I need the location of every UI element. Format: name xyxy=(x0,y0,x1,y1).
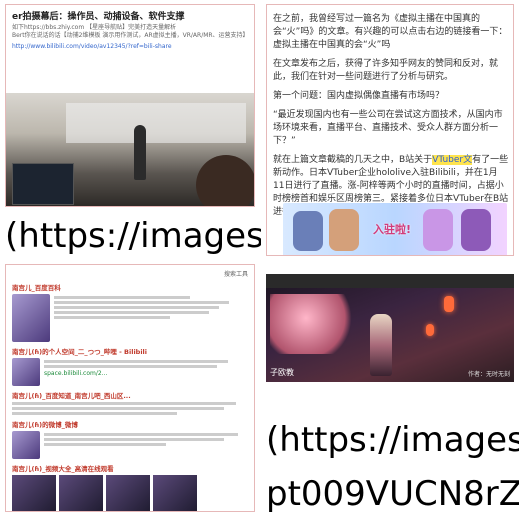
watermark: 子欧教 xyxy=(270,368,294,377)
video-thumb-1[interactable] xyxy=(12,475,56,511)
article-line-2: Bert你在说话的话【动捕2维模板 演示用作测试，AR虚拟主播，VR/AR/MR… xyxy=(12,32,249,39)
search-tools[interactable]: 搜索工具 xyxy=(224,269,248,278)
hololive-banner: 入驻啦! xyxy=(283,203,507,255)
video-thumb-3[interactable] xyxy=(106,475,150,511)
tile-search-results[interactable]: 搜索工具 南宫儿_百度百科 南宫儿(ɦ)的个人空间_二_つつ_哔哩 - Bili… xyxy=(5,264,255,512)
highlighted-term[interactable]: VTuber文 xyxy=(432,155,473,165)
tile-vtuber-article[interactable]: 在之前，我曾经写过一篇名为《虚拟主播在中国真的会“火”吗》的文章。有兴趣的可以点… xyxy=(266,4,514,256)
mocap-studio-photo xyxy=(6,93,254,206)
article-line-1: 如下https://bbs.zhiy.com 【星座导航贴】完美打造天量解析 xyxy=(12,24,177,31)
result-baike[interactable]: 南宫儿_百度百科 xyxy=(12,282,248,292)
result-thumb-2 xyxy=(12,358,40,386)
article-para-4: “最近发现国内也有一些公司在尝试这方面技术，从国内市场环境来看，直播平台、直播技… xyxy=(273,110,503,146)
monitor xyxy=(12,163,74,205)
banner-text: 入驻啦! xyxy=(373,223,412,236)
video-thumb-4[interactable] xyxy=(153,475,197,511)
person-head xyxy=(196,155,254,206)
result-zhidao[interactable]: 南宫儿(ɦ)_百度知道_南宫儿吧_西山区... xyxy=(12,390,248,400)
result-thumb-3 xyxy=(12,431,40,459)
article-para-1: 在之前，我曾经写过一篇名为《虚拟主播在中国真的会“火”吗》的文章。有兴趣的可以点… xyxy=(273,14,508,50)
lantern-2 xyxy=(426,324,434,336)
character-figure xyxy=(370,314,392,376)
result-bilibili[interactable]: 南宫儿(ɦ)的个人空间_二_つつ_哔哩 - Bilibili xyxy=(12,346,248,356)
result-space-url[interactable]: space.bilibili.com/2... xyxy=(44,370,248,378)
operator-figure xyxy=(134,125,146,180)
tile-game-screenshot[interactable]: 子欧教 作者：无时无刻 xyxy=(266,274,514,382)
result-weibo[interactable]: 南宫儿(ɦ)的微博_微博 xyxy=(12,419,248,429)
caption-url-3: pt009VUCN8rZ xyxy=(266,474,519,514)
article-url[interactable]: http://www.bilibili.com/video/av12345/?r… xyxy=(12,43,248,51)
credit-text: 作者：无时无刻 xyxy=(467,371,510,378)
caption-url-1: (https://images xyxy=(5,216,261,256)
result-thumb-1 xyxy=(12,294,50,342)
caption-url-2: (https://images xyxy=(266,420,519,460)
result-videos[interactable]: 南宫儿(ɦ)_视频大全_高清在线观看 xyxy=(12,463,248,473)
video-thumb-2[interactable] xyxy=(59,475,103,511)
tile-mocap-article[interactable]: er拍摄幕后：操作员、动捕设备、软件支撑 如下https://bbs.zhiy.… xyxy=(5,4,255,207)
article-para-3: 第一个问题：国内虚拟偶像直播有市场吗？ xyxy=(273,91,445,101)
article-para-2: 在文章发布之后，获得了许多知乎网友的赞同和反对，就此，我们在针对一些问题进行了分… xyxy=(273,59,499,82)
article-title: er拍摄幕后：操作员、动捕设备、软件支撑 xyxy=(12,12,185,22)
blossom-tree xyxy=(270,294,360,354)
lantern-1 xyxy=(444,296,454,312)
